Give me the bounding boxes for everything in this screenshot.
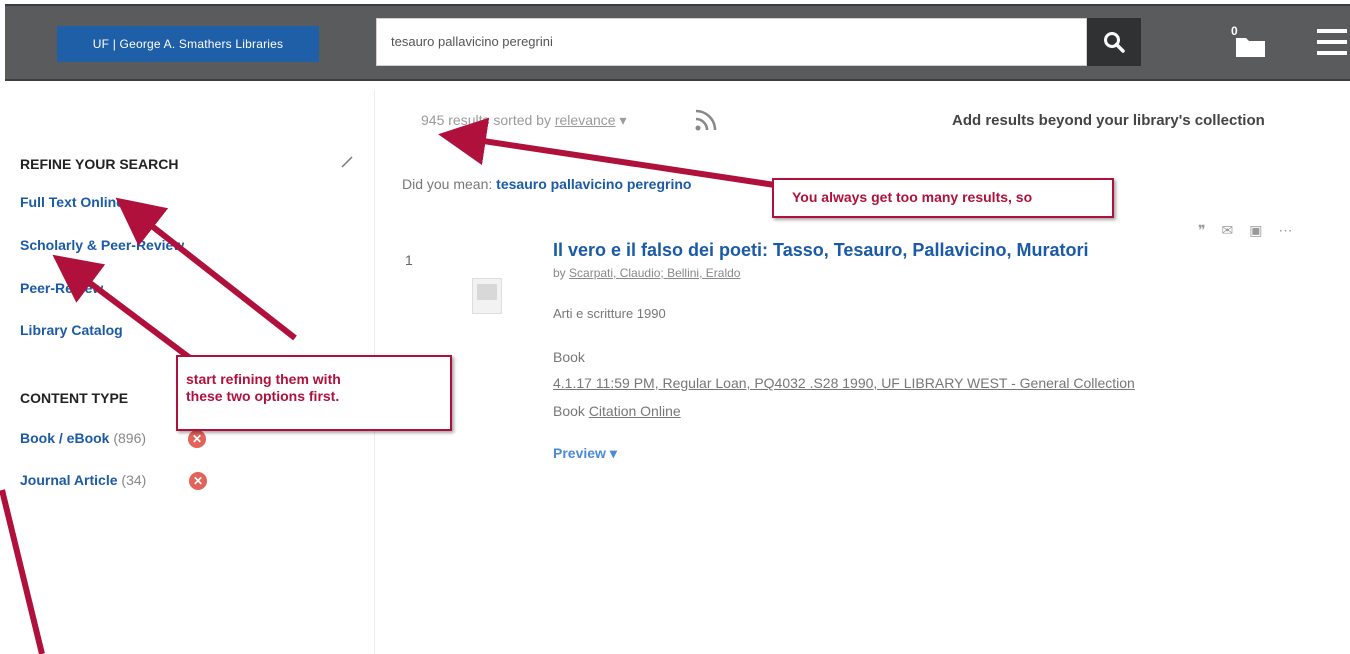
annotation-arrows (0, 117, 776, 654)
arrow-to-results-count (438, 117, 776, 188)
callout-side-line1: start refining them with (186, 371, 341, 387)
callout-top: You always get too many results, so (772, 178, 1114, 218)
arrow-lower-left (0, 489, 45, 654)
arrow-to-full-text (115, 197, 297, 341)
callout-side: start refining them with these two optio… (176, 355, 452, 431)
callout-side-line2: these two options first. (186, 388, 340, 404)
